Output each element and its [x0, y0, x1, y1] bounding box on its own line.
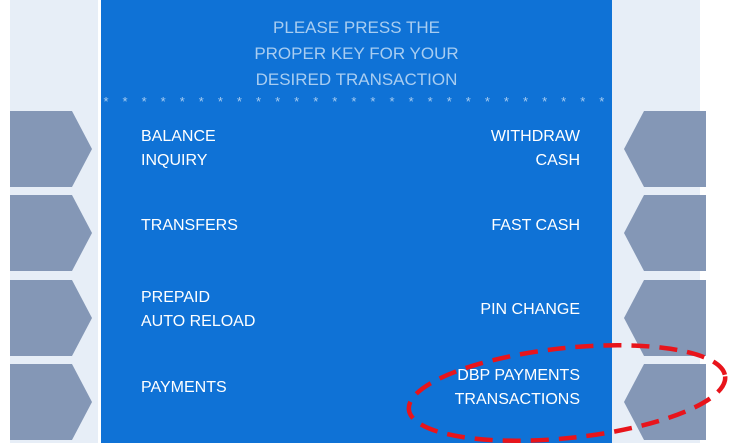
- right-function-key-3[interactable]: [624, 280, 706, 356]
- instruction-line-2: PROPER KEY FOR YOUR: [254, 44, 459, 63]
- option-balance-inquiry: BALANCE INQUIRY: [141, 128, 216, 169]
- asterisk-divider: * * * * * * * * * * * * * * * * * * * * …: [103, 94, 610, 109]
- instruction-line-3: DESIRED TRANSACTION: [255, 70, 458, 89]
- option-pin-change: PIN CHANGE: [480, 301, 580, 318]
- option-transfers: TRANSFERS: [141, 217, 238, 234]
- left-function-key-1[interactable]: [10, 111, 92, 187]
- right-pointing-key-icon: [10, 280, 92, 356]
- option-payments: PAYMENTS: [141, 379, 227, 396]
- right-function-key-4[interactable]: [624, 364, 706, 440]
- left-pointing-key-icon: [624, 111, 706, 187]
- right-function-key-2[interactable]: [624, 195, 706, 271]
- option-withdraw-cash: WITHDRAW CASH: [490, 128, 580, 169]
- option-prepaid-auto-reload: PREPAID AUTO RELOAD: [141, 289, 256, 330]
- option-fast-cash: FAST CASH: [491, 217, 580, 234]
- right-pointing-key-icon: [10, 364, 92, 440]
- left-pointing-key-icon: [624, 364, 706, 440]
- left-function-key-4[interactable]: [10, 364, 92, 440]
- left-pointing-key-icon: [624, 280, 706, 356]
- right-pointing-key-icon: [10, 195, 92, 271]
- option-dbp-payments-transactions: DBP PAYMENTS TRANSACTIONS: [454, 367, 580, 408]
- left-pointing-key-icon: [624, 195, 706, 271]
- right-function-key-1[interactable]: [624, 111, 706, 187]
- left-function-key-2[interactable]: [10, 195, 92, 271]
- right-pointing-key-icon: [10, 111, 92, 187]
- instruction-line-1: PLEASE PRESS THE: [273, 18, 440, 37]
- left-function-key-3[interactable]: [10, 280, 92, 356]
